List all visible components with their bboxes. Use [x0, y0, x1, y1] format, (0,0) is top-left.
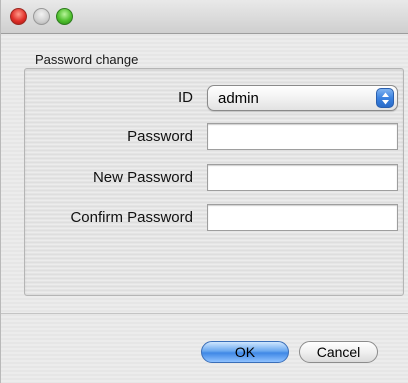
- close-icon[interactable]: [10, 8, 27, 25]
- zoom-icon[interactable]: [56, 8, 73, 25]
- up-down-arrows-icon: [376, 88, 394, 108]
- confirm-password-field[interactable]: [207, 204, 398, 231]
- password-change-dialog: Password change ID admin Password New Pa…: [0, 0, 408, 383]
- id-select-value: admin: [218, 90, 259, 107]
- id-label: ID: [178, 89, 193, 106]
- minimize-icon[interactable]: [33, 8, 50, 25]
- cancel-button[interactable]: Cancel: [299, 341, 378, 363]
- title-bar[interactable]: [1, 0, 408, 34]
- group-title: Password change: [35, 52, 139, 67]
- new-password-field[interactable]: [207, 164, 398, 191]
- divider: [1, 313, 408, 314]
- password-label: Password: [127, 128, 193, 145]
- ok-button[interactable]: OK: [201, 341, 289, 363]
- new-password-label: New Password: [92, 169, 193, 186]
- confirm-password-label: Confirm Password: [70, 209, 193, 226]
- password-field[interactable]: [207, 123, 398, 150]
- id-select[interactable]: admin: [207, 85, 398, 111]
